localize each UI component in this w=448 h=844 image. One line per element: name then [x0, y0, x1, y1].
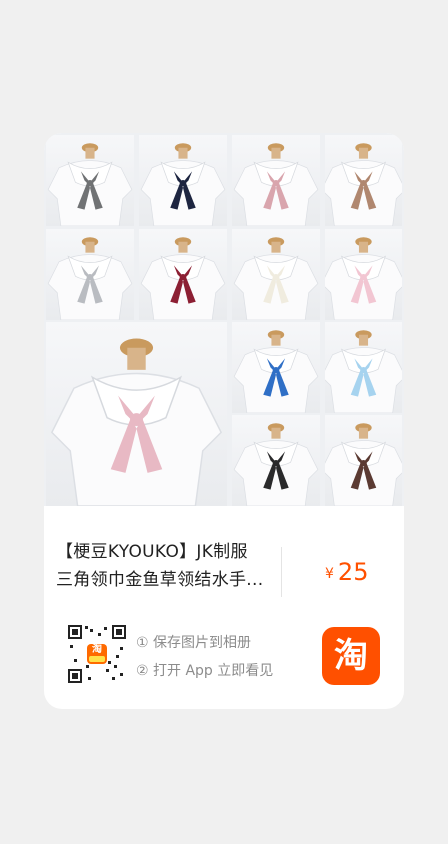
product-thumbnail: [232, 415, 320, 506]
share-card: 【梗豆KYOUKO】JK制服 三角领巾金鱼草领结水手... ¥25 淘 ① 保存…: [44, 133, 404, 709]
product-thumbnail: [139, 229, 227, 320]
currency-symbol: ¥: [325, 566, 334, 582]
product-thumbnail: [325, 415, 402, 506]
qr-code[interactable]: 淘: [68, 625, 126, 683]
product-thumbnail: [46, 322, 227, 506]
product-thumbnail: [139, 135, 227, 226]
product-thumbnail: [325, 322, 402, 413]
open-app-instructions: ① 保存图片到相册 ② 打开 App 立即看见: [136, 629, 273, 685]
product-thumbnail: [232, 135, 320, 226]
product-thumbnail: [46, 135, 134, 226]
product-image-collage[interactable]: [44, 133, 404, 506]
product-title-line-2: 三角领巾金鱼草领结水手...: [56, 570, 264, 590]
title-price-divider: [281, 547, 282, 597]
product-price: ¥25: [325, 558, 368, 586]
step-save-image: ① 保存图片到相册: [136, 635, 252, 651]
product-thumbnail: [325, 135, 402, 226]
product-thumbnail: [46, 229, 134, 320]
qr-center-badge-text: 淘: [92, 644, 102, 655]
step-open-app: ② 打开 App 立即看见: [136, 663, 274, 679]
price-value: 25: [337, 558, 369, 586]
product-title[interactable]: 【梗豆KYOUKO】JK制服 三角领巾金鱼草领结水手...: [56, 538, 286, 594]
taobao-app-icon[interactable]: 淘: [322, 627, 380, 685]
product-thumbnail: [232, 322, 320, 413]
product-thumbnail: [325, 229, 402, 320]
product-thumbnail: [232, 229, 320, 320]
product-title-line-1: 【梗豆KYOUKO】JK制服: [56, 542, 248, 562]
